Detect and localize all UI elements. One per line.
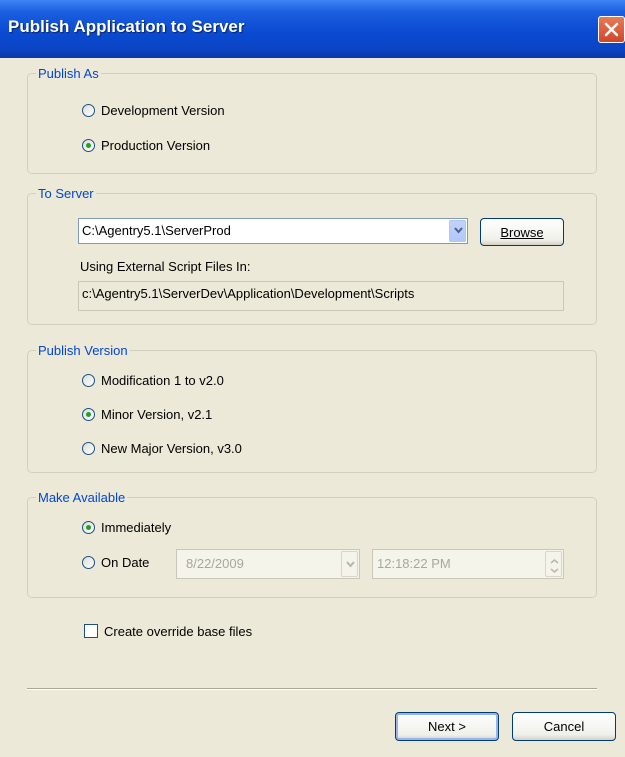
- radio-on-date[interactable]: On Date: [82, 555, 149, 570]
- next-button[interactable]: Next >: [395, 712, 499, 741]
- publish-as-group: Publish As: [27, 66, 597, 174]
- cancel-button[interactable]: Cancel: [512, 712, 616, 741]
- chevron-down-icon: [454, 227, 463, 234]
- radio-modification[interactable]: Modification 1 to v2.0: [82, 373, 224, 388]
- radio-label: On Date: [101, 555, 150, 570]
- server-value: C:\Agentry5.1\ServerProd: [82, 223, 231, 238]
- radio-button[interactable]: [82, 521, 95, 534]
- spin-arrows-icon: [550, 559, 559, 573]
- date-dropdown-button[interactable]: [341, 551, 358, 577]
- close-icon: [604, 22, 619, 37]
- radio-label: New Major Version, v3.0: [101, 441, 242, 456]
- radio-label: Development Version: [101, 103, 225, 118]
- radio-button[interactable]: [82, 139, 95, 152]
- radio-label: Minor Version, v2.1: [101, 407, 213, 422]
- radio-minor-version[interactable]: Minor Version, v2.1: [82, 407, 212, 422]
- radio-button[interactable]: [82, 374, 95, 387]
- close-button[interactable]: [598, 16, 625, 43]
- radio-development-version[interactable]: Development Version: [82, 103, 225, 118]
- date-picker[interactable]: 8/22/2009: [176, 549, 360, 579]
- radio-new-major-version[interactable]: New Major Version, v3.0: [82, 441, 242, 456]
- title-bar: Publish Application to Server: [0, 0, 625, 58]
- radio-button[interactable]: [82, 556, 95, 569]
- scripts-path-value: c:\Agentry5.1\ServerDev\Application\Deve…: [82, 286, 415, 301]
- radio-button[interactable]: [82, 104, 95, 117]
- make-available-group: Make Available: [27, 490, 597, 598]
- server-combobox[interactable]: C:\Agentry5.1\ServerProd: [78, 218, 468, 244]
- browse-label: Browse: [500, 224, 544, 240]
- radio-label: Modification 1 to v2.0: [101, 373, 224, 388]
- cancel-label: Cancel: [543, 719, 585, 734]
- radio-button[interactable]: [82, 442, 95, 455]
- make-available-legend: Make Available: [38, 490, 126, 505]
- date-value: 8/22/2009: [186, 556, 244, 571]
- next-label: Next >: [428, 719, 466, 734]
- override-checkbox[interactable]: [84, 624, 98, 638]
- time-spin-button[interactable]: [545, 551, 562, 577]
- browse-button[interactable]: Browse: [480, 218, 564, 246]
- scripts-label: Using External Script Files In:: [80, 259, 251, 274]
- window-title: Publish Application to Server: [8, 17, 245, 36]
- scripts-path-field: c:\Agentry5.1\ServerDev\Application\Deve…: [78, 281, 564, 311]
- radio-label: Immediately: [101, 520, 172, 535]
- to-server-legend: To Server: [38, 186, 94, 201]
- server-dropdown-button[interactable]: [449, 220, 466, 242]
- radio-label: Production Version: [101, 138, 211, 153]
- radio-button[interactable]: [82, 408, 95, 421]
- radio-production-version[interactable]: Production Version: [82, 138, 210, 153]
- time-picker[interactable]: 12:18:22 PM: [372, 549, 564, 579]
- chevron-down-icon: [346, 561, 355, 568]
- publish-as-legend: Publish As: [38, 66, 99, 81]
- divider: [27, 688, 597, 690]
- publish-version-legend: Publish Version: [38, 343, 128, 358]
- time-value: 12:18:22 PM: [377, 556, 451, 571]
- override-label: Create override base files: [104, 624, 253, 639]
- radio-immediately[interactable]: Immediately: [82, 520, 171, 535]
